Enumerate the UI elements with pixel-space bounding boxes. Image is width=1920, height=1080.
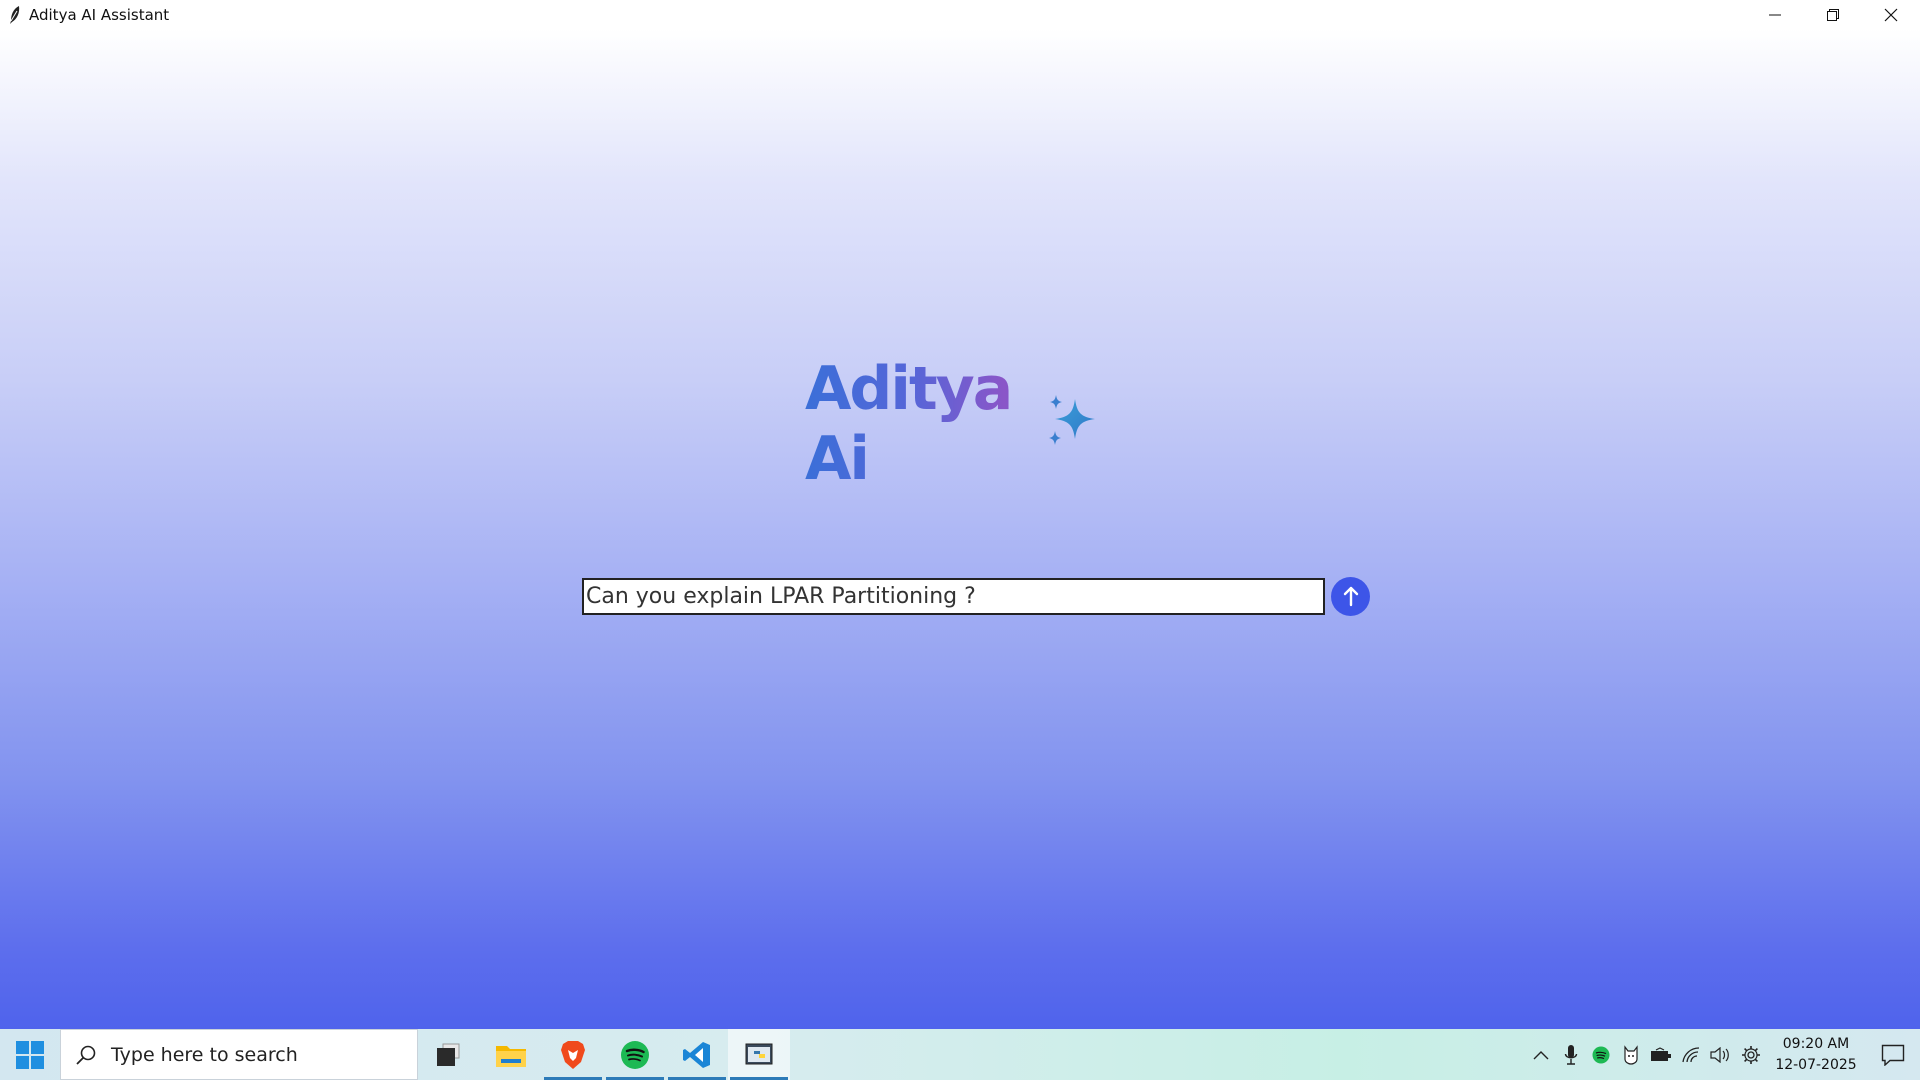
app-logo: Aditya Ai <box>805 354 1105 494</box>
battery-icon[interactable] <box>1646 1029 1676 1080</box>
minimize-button[interactable] <box>1746 0 1804 29</box>
speaker-icon[interactable] <box>1706 1029 1736 1080</box>
wifi-icon[interactable] <box>1676 1029 1706 1080</box>
spotify-tray-icon[interactable] <box>1586 1029 1616 1080</box>
taskbar-brave[interactable] <box>542 1029 604 1080</box>
start-button[interactable] <box>0 1029 60 1080</box>
taskbar-python[interactable] <box>728 1029 790 1080</box>
taskbar-spotify[interactable] <box>604 1029 666 1080</box>
search-icon <box>61 1044 111 1066</box>
notification-icon <box>1881 1044 1905 1066</box>
taskbar-file-explorer[interactable] <box>480 1029 542 1080</box>
restore-icon <box>1827 8 1839 21</box>
taskbar-vscode[interactable] <box>666 1029 728 1080</box>
clock-date: 12-07-2025 <box>1775 1056 1857 1073</box>
title-bar: Aditya AI Assistant <box>0 0 1920 29</box>
cat-icon[interactable] <box>1616 1029 1646 1080</box>
main-canvas: Aditya Ai <box>0 29 1920 1029</box>
close-icon <box>1884 8 1898 21</box>
system-tray: 09:20 AM 12-07-2025 <box>1526 1029 1920 1080</box>
send-button[interactable] <box>1331 576 1370 616</box>
vscode-icon <box>683 1041 710 1068</box>
restore-button[interactable] <box>1804 0 1862 29</box>
close-button[interactable] <box>1862 0 1920 29</box>
python-app-icon <box>745 1043 773 1064</box>
chevron-up-icon[interactable] <box>1526 1029 1556 1080</box>
window-title: Aditya AI Assistant <box>29 5 170 24</box>
sparkle-icon <box>1043 391 1105 458</box>
taskbar-task-view[interactable] <box>418 1029 480 1080</box>
clock-time: 09:20 AM <box>1782 1035 1850 1052</box>
brave-icon <box>561 1040 585 1069</box>
search-placeholder: Type here to search <box>111 1043 298 1066</box>
taskbar-clock[interactable]: 09:20 AM 12-07-2025 <box>1766 1034 1866 1076</box>
taskbar-search[interactable]: Type here to search <box>60 1029 418 1080</box>
prompt-input[interactable] <box>582 577 1325 615</box>
prompt-row <box>582 576 1370 616</box>
settings-icon[interactable] <box>1736 1029 1766 1080</box>
folder-icon <box>496 1045 526 1067</box>
minimize-icon <box>1769 14 1781 15</box>
arrow-up-icon <box>1343 586 1358 607</box>
windows-icon <box>16 1040 44 1069</box>
notification-button[interactable] <box>1866 1029 1920 1080</box>
task-view-icon <box>437 1043 460 1066</box>
taskbar: Type here to search 09:20 AM 12-07-2025 <box>0 1029 1920 1080</box>
spotify-icon <box>621 1040 649 1069</box>
microphone-icon[interactable] <box>1556 1029 1586 1080</box>
feather-icon <box>0 0 29 29</box>
logo-text: Aditya Ai <box>805 354 1039 494</box>
